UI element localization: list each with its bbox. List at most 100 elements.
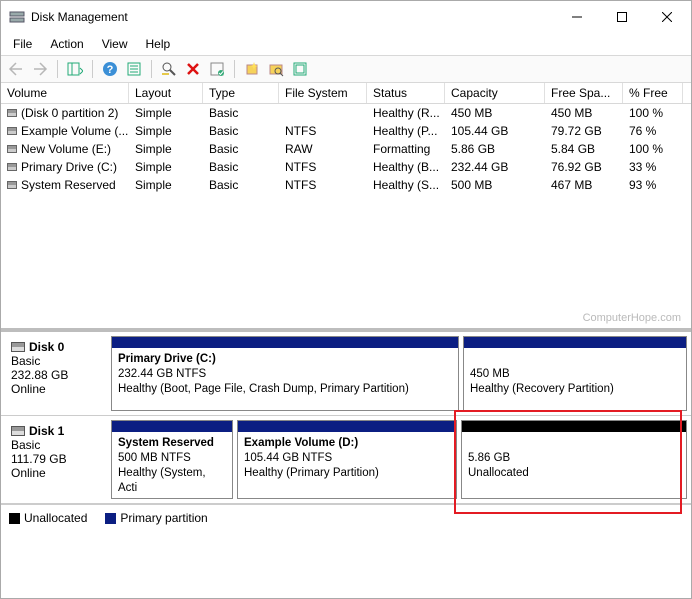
volume-pct: 100 % (623, 105, 683, 121)
help-button[interactable]: ? (99, 58, 121, 80)
legend-primary: Primary partition (105, 511, 207, 525)
partition-example-volume[interactable]: Example Volume (D:) 105.44 GB NTFS Healt… (237, 420, 457, 499)
window-title: Disk Management (31, 10, 554, 24)
disk-state: Online (11, 466, 99, 480)
volume-fs (279, 105, 367, 121)
table-row[interactable]: Example Volume (...SimpleBasicNTFSHealth… (1, 122, 691, 140)
volume-status: Healthy (R... (367, 105, 445, 121)
volume-name: New Volume (E:) (21, 142, 111, 156)
disk-row-1[interactable]: Disk 1 Basic 111.79 GB Online System Res… (1, 416, 691, 504)
title-bar: Disk Management (1, 1, 691, 33)
partition-primary-c[interactable]: Primary Drive (C:) 232.44 GB NTFS Health… (111, 336, 459, 411)
volume-capacity: 500 MB (445, 177, 545, 193)
disk-row-0[interactable]: Disk 0 Basic 232.88 GB Online Primary Dr… (1, 332, 691, 416)
volume-type: Basic (203, 123, 279, 139)
disk-size: 111.79 GB (11, 452, 99, 466)
separator (151, 60, 152, 78)
watermark: ComputerHope.com (583, 312, 681, 324)
volume-capacity: 450 MB (445, 105, 545, 121)
partition-status: Healthy (Primary Partition) (244, 467, 379, 479)
disk-info-0: Disk 0 Basic 232.88 GB Online (5, 336, 105, 411)
close-button[interactable] (644, 2, 689, 32)
partition-title: Primary Drive (C:) (118, 353, 216, 365)
graphical-view: Disk 0 Basic 232.88 GB Online Primary Dr… (1, 328, 691, 504)
col-freespace[interactable]: Free Spa... (545, 83, 623, 103)
volume-free: 76.92 GB (545, 159, 623, 175)
search-icon[interactable] (158, 58, 180, 80)
maximize-button[interactable] (599, 2, 644, 32)
disk-name: Disk 1 (29, 424, 64, 438)
col-status[interactable]: Status (367, 83, 445, 103)
menu-bar: File Action View Help (1, 33, 691, 55)
disk-size: 232.88 GB (11, 368, 99, 382)
table-row[interactable]: New Volume (E:)SimpleBasicRAWFormatting5… (1, 140, 691, 158)
menu-action[interactable]: Action (42, 35, 91, 53)
volume-layout: Simple (129, 177, 203, 193)
volume-layout: Simple (129, 105, 203, 121)
table-row[interactable]: (Disk 0 partition 2)SimpleBasicHealthy (… (1, 104, 691, 122)
separator (234, 60, 235, 78)
settings-list-button[interactable] (123, 58, 145, 80)
col-capacity[interactable]: Capacity (445, 83, 545, 103)
refresh-button[interactable] (289, 58, 311, 80)
volume-icon (7, 109, 17, 117)
col-volume[interactable]: Volume (1, 83, 129, 103)
volume-capacity: 232.44 GB (445, 159, 545, 175)
partition-size: 105.44 GB NTFS (244, 452, 332, 464)
partition-status: Healthy (Recovery Partition) (470, 383, 614, 395)
new-button[interactable] (241, 58, 263, 80)
volume-status: Healthy (S... (367, 177, 445, 193)
menu-view[interactable]: View (94, 35, 136, 53)
volume-type: Basic (203, 177, 279, 193)
col-filesystem[interactable]: File System (279, 83, 367, 103)
volume-free: 79.72 GB (545, 123, 623, 139)
col-layout[interactable]: Layout (129, 83, 203, 103)
partition-recovery[interactable]: 450 MB Healthy (Recovery Partition) (463, 336, 687, 411)
forward-button[interactable] (29, 58, 51, 80)
volume-layout: Simple (129, 159, 203, 175)
minimize-button[interactable] (554, 2, 599, 32)
toolbar: ? (1, 55, 691, 83)
back-button[interactable] (5, 58, 27, 80)
partition-size: 450 MB (470, 368, 510, 380)
col-type[interactable]: Type (203, 83, 279, 103)
volume-table-body[interactable]: (Disk 0 partition 2)SimpleBasicHealthy (… (1, 104, 691, 328)
volume-pct: 76 % (623, 123, 683, 139)
partition-system-reserved[interactable]: System Reserved 500 MB NTFS Healthy (Sys… (111, 420, 233, 499)
menu-file[interactable]: File (5, 35, 40, 53)
col-pctfree[interactable]: % Free (623, 83, 683, 103)
properties-icon[interactable] (206, 58, 228, 80)
volume-pct: 100 % (623, 141, 683, 157)
volume-type: Basic (203, 141, 279, 157)
separator (92, 60, 93, 78)
volume-name: Example Volume (... (21, 124, 128, 138)
partition-title: Example Volume (D:) (244, 437, 358, 449)
partition-unallocated[interactable]: 5.86 GB Unallocated (461, 420, 687, 499)
stripe-primary (112, 421, 232, 432)
disk-info-1: Disk 1 Basic 111.79 GB Online (5, 420, 105, 499)
menu-help[interactable]: Help (138, 35, 179, 53)
table-row[interactable]: System ReservedSimpleBasicNTFSHealthy (S… (1, 176, 691, 194)
svg-text:?: ? (107, 64, 114, 76)
partition-title: System Reserved (118, 437, 214, 449)
show-hide-button[interactable] (64, 58, 86, 80)
volume-fs: NTFS (279, 123, 367, 139)
partition-status: Healthy (Boot, Page File, Crash Dump, Pr… (118, 383, 409, 395)
partition-size: 5.86 GB (468, 452, 510, 464)
volume-name: Primary Drive (C:) (21, 160, 117, 174)
volume-capacity: 105.44 GB (445, 123, 545, 139)
volume-free: 467 MB (545, 177, 623, 193)
table-row[interactable]: Primary Drive (C:)SimpleBasicNTFSHealthy… (1, 158, 691, 176)
volume-name: (Disk 0 partition 2) (21, 106, 118, 120)
volume-fs: NTFS (279, 159, 367, 175)
explore-button[interactable] (265, 58, 287, 80)
app-icon (9, 9, 25, 25)
volume-name: System Reserved (21, 178, 116, 192)
disk-icon (11, 342, 25, 352)
disk-icon (11, 426, 25, 436)
delete-icon[interactable] (182, 58, 204, 80)
volume-layout: Simple (129, 123, 203, 139)
volume-fs: RAW (279, 141, 367, 157)
disk-state: Online (11, 382, 99, 396)
stripe-primary (238, 421, 456, 432)
